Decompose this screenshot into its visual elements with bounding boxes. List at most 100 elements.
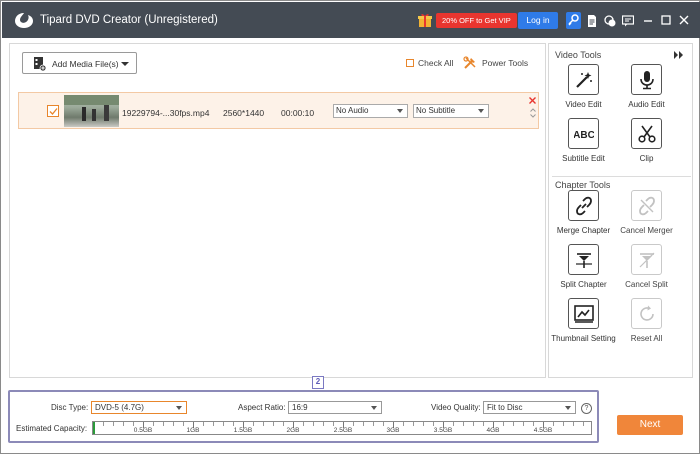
capacity-tick [153,422,154,426]
split-icon [568,244,599,275]
disc-type-select[interactable]: DVD-5 (4.7G) [91,401,187,414]
add-media-label: Add Media File(s) [52,59,119,69]
capacity-tick [563,422,564,426]
capacity-bar: 0.5GB 1GB 1.5GB 2GB 2.5GB 3GB 3.5GB 4GB 4.5GB [92,421,592,435]
capacity-tick-label: 1.5GB [233,427,253,434]
capacity-tick [403,422,404,426]
capacity-tick [503,422,504,426]
file-duration: 00:00:10 [281,108,315,118]
key-button[interactable] [566,12,581,29]
chevron-down-icon[interactable] [121,62,129,66]
subtitle-edit-label: Subtitle Edit [562,154,605,163]
close-icon[interactable] [678,14,690,26]
tools-panel: Video Tools Video Edit Audio Edit ABC Su… [548,43,693,378]
reset-all-label: Reset All [630,334,663,343]
capacity-tick [473,422,474,426]
capacity-tick [423,422,424,426]
check-all-label[interactable]: Check All [418,58,453,68]
capacity-tick [353,422,354,426]
capacity-tick [133,422,134,426]
title-bar: Tipard DVD Creator (Unregistered) 20% OF… [2,2,700,38]
video-edit-tool[interactable]: Video Edit [551,64,616,110]
checkmark-icon [49,108,58,115]
capacity-tick [513,422,514,426]
remove-icon[interactable] [529,97,536,104]
capacity-tick [303,422,304,426]
audio-track-value: No Audio [336,106,369,115]
capacity-tick [483,422,484,426]
magic-wand-icon [568,64,599,95]
capacity-tick [233,422,234,426]
merge-chapter-tool[interactable]: Merge Chapter [551,190,616,236]
add-media-button[interactable]: Add Media File(s) [22,52,137,74]
video-quality-select[interactable]: Fit to Disc [483,401,576,414]
capacity-tick [333,422,334,426]
capacity-tick [453,422,454,426]
capacity-tick-label: 1GB [186,427,200,434]
divider [552,176,691,177]
clip-tool[interactable]: Clip [614,118,679,164]
disc-type-value: DVD-5 (4.7G) [95,403,144,412]
capacity-tick [523,422,524,426]
check-all-checkbox[interactable] [406,59,414,67]
capacity-tick [583,422,584,426]
gift-icon[interactable] [418,13,432,28]
row-checkbox[interactable] [47,105,59,117]
thumbnail-setting-label: Thumbnail Setting [551,334,616,343]
capacity-tick-label: 2.5GB [333,427,353,434]
capacity-tick-label: 2GB [286,427,300,434]
help-icon[interactable]: ? [581,403,592,414]
capacity-tick [373,422,374,426]
minimize-icon[interactable] [642,14,654,26]
capacity-tick [273,422,274,426]
audio-track-select[interactable]: No Audio [333,104,408,118]
feedback-icon[interactable] [622,15,634,27]
maximize-icon[interactable] [660,14,672,26]
chapter-tools-title: Chapter Tools [555,180,611,190]
subtitle-edit-tool[interactable]: ABC Subtitle Edit [551,118,616,164]
capacity-tick-label: 4.5GB [533,427,553,434]
split-chapter-tool[interactable]: Split Chapter [551,244,616,290]
media-panel: Add Media File(s) Check All Power Tools … [9,43,546,378]
clip-label: Clip [639,154,654,163]
video-thumbnail[interactable] [64,95,119,127]
login-button[interactable]: Log in [518,12,558,29]
media-row[interactable]: 19229794-...30fps.mp4 2560*1440 00:00:10… [18,92,539,129]
power-tools-label[interactable]: Power Tools [482,58,528,68]
cancel-split-icon [631,244,662,275]
move-down-icon[interactable] [530,114,536,118]
capacity-tick [313,422,314,426]
video-tools-title: Video Tools [555,50,602,60]
chevron-down-icon [565,406,571,410]
thumbnail-setting-tool[interactable]: Thumbnail Setting [551,298,616,344]
power-tools-icon[interactable] [463,56,477,70]
video-quality-label: Video Quality: [431,403,481,412]
merge-chapter-label: Merge Chapter [556,226,611,235]
abc-text-icon: ABC [568,118,599,149]
subtitle-select[interactable]: No Subtitle [413,104,489,118]
collapse-panel-icon[interactable] [674,51,684,59]
capacity-tick [363,422,364,426]
capacity-tick [573,422,574,426]
capacity-tick-label: 3.5GB [433,427,453,434]
step-badge: 2 [312,376,324,389]
chat-icon[interactable] [604,15,616,27]
aspect-ratio-select[interactable]: 16:9 [288,401,382,414]
vip-promo-button[interactable]: 20% OFF to Get VIP [436,13,517,28]
disc-settings-bar: Disc Type: DVD-5 (4.7G) Aspect Ratio: 16… [8,390,599,443]
capacity-tick [253,422,254,426]
cancel-merger-tool[interactable]: Cancel Merger [614,190,679,236]
subtitle-value: No Subtitle [416,106,456,115]
capacity-tick [173,422,174,426]
reset-all-tool[interactable]: Reset All [614,298,679,344]
document-icon[interactable] [586,15,598,27]
video-quality-value: Fit to Disc [487,403,523,412]
capacity-tick [283,422,284,426]
capacity-tick [223,422,224,426]
capacity-tick-label: 0.5GB [133,427,153,434]
audio-edit-tool[interactable]: Audio Edit [614,64,679,110]
next-button[interactable]: Next [617,415,683,435]
cancel-split-tool[interactable]: Cancel Split [614,244,679,290]
capacity-tick [103,422,104,426]
move-up-icon[interactable] [530,108,536,112]
